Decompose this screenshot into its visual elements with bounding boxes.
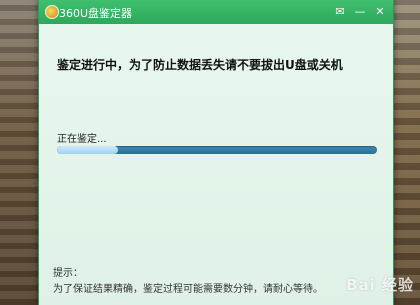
great-wall-right <box>390 0 420 305</box>
great-wall-left <box>0 0 40 305</box>
progress-fill <box>57 146 118 154</box>
window-title: 360U盘鉴定器 <box>59 7 133 20</box>
app-logo-icon <box>45 5 59 19</box>
tip-text: 为了保证结果精确，鉴定过程可能需要数分钟，请耐心等待。 <box>53 284 323 295</box>
tip-label: 提示： <box>53 268 83 279</box>
watermark: Bai 经验 <box>346 276 414 294</box>
status-text: 正在鉴定... <box>57 134 107 145</box>
close-button[interactable]: ✕ <box>371 3 389 21</box>
message-icon[interactable]: ✉ <box>331 3 349 21</box>
title-bar[interactable]: 360U盘鉴定器 ✉ — ✕ <box>39 0 393 24</box>
minimize-button[interactable]: — <box>351 3 369 21</box>
content-area: 鉴定进行中，为了防止数据丢失请不要拔出U盘或关机 正在鉴定... 提示： 为了保… <box>39 24 393 305</box>
app-window: 360U盘鉴定器 ✉ — ✕ 鉴定进行中，为了防止数据丢失请不要拔出U盘或关机 … <box>38 0 394 305</box>
progress-bar <box>57 146 377 154</box>
warning-text: 鉴定进行中，为了防止数据丢失请不要拔出U盘或关机 <box>57 58 343 72</box>
